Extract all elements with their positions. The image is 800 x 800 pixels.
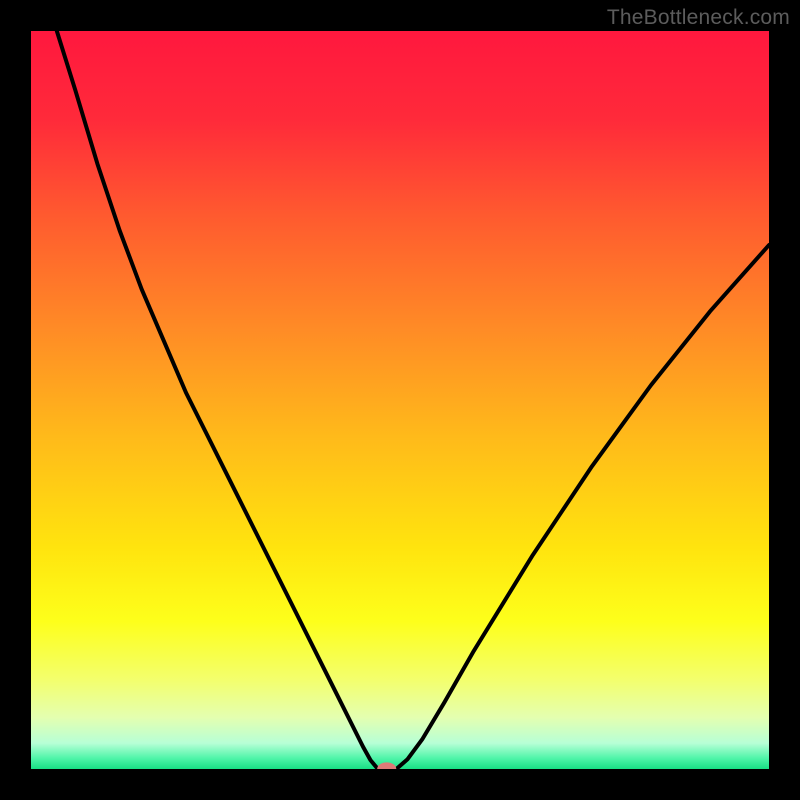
vertex-marker xyxy=(31,31,769,769)
chart-stage: TheBottleneck.com xyxy=(0,0,800,800)
plot-area xyxy=(31,31,769,769)
watermark-text: TheBottleneck.com xyxy=(607,6,790,30)
